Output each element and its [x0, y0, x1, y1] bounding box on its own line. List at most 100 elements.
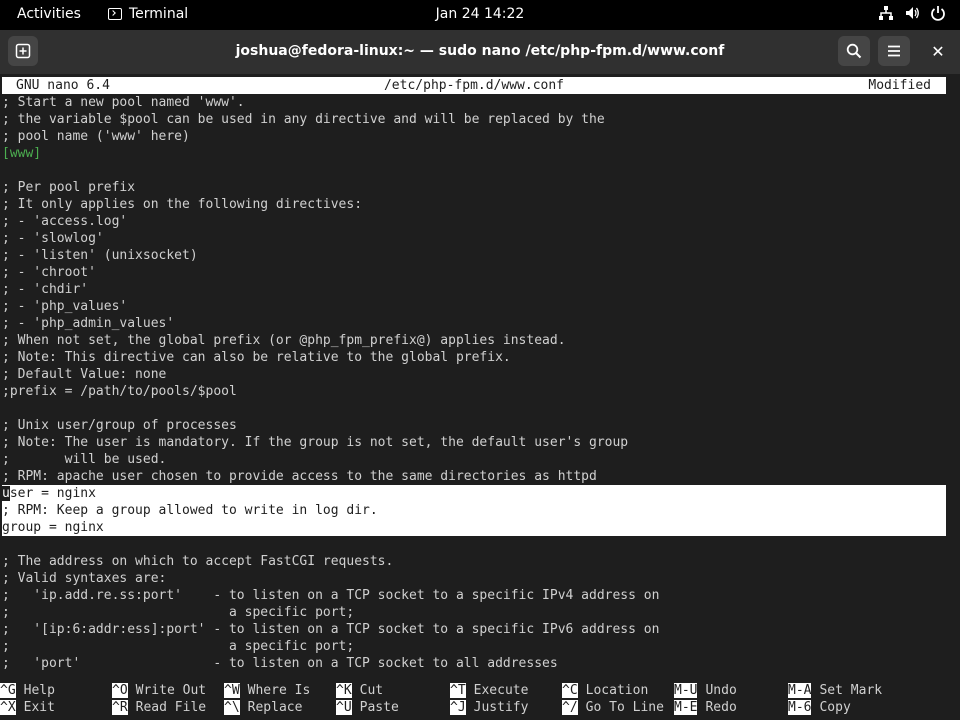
editor-line[interactable]: ; When not set, the global prefix (or @p… [2, 332, 946, 349]
menu-button[interactable] [878, 36, 910, 66]
editor-line[interactable]: ; '[ip:6:addr:ess]:port' - to listen on … [2, 621, 946, 638]
gnome-top-bar: Activities Terminal Jan 24 14:22 [0, 0, 960, 30]
shortcut-label: Paste [359, 700, 399, 715]
shortcut-label: Copy [819, 700, 851, 715]
editor-line[interactable]: ; Valid syntaxes are: [2, 570, 946, 587]
shortcut-label: Cut [359, 683, 384, 698]
shortcut-item: ^R Read File [112, 699, 206, 716]
shortcut-item: M-E Redo [674, 699, 737, 716]
editor-line[interactable]: ; The address on which to accept FastCGI… [2, 553, 946, 570]
nano-filename: /etc/php-fpm.d/www.conf [383, 78, 564, 93]
shortcut-item: ^K Cut [336, 682, 383, 699]
editor-line[interactable]: ; 'ip.add.re.ss:port' - to listen on a T… [2, 587, 946, 604]
shortcut-key: ^O [112, 683, 128, 698]
shortcut-key: ^G [0, 683, 16, 698]
shortcut-key: ^K [336, 683, 352, 698]
editor-line[interactable]: ; - 'slowlog' [2, 230, 946, 247]
shortcut-label: Location [585, 683, 649, 698]
shortcut-item: M-A Set Mark [788, 682, 882, 699]
editor-line[interactable]: ; Unix user/group of processes [2, 417, 946, 434]
shortcut-label: Help [23, 683, 55, 698]
shortcut-item: ^O Write Out [112, 682, 206, 699]
editor-line[interactable]: [www] [2, 145, 946, 162]
shortcut-item: ^/ Go To Line [562, 699, 664, 716]
editor-line[interactable]: ; Note: This directive can also be relat… [2, 349, 946, 366]
editor-line[interactable]: ; Start a new pool named 'www'. [2, 94, 946, 111]
text-cursor: u [2, 486, 10, 501]
shortcut-item: ^C Location [562, 682, 648, 699]
shortcut-item: ^X Exit [0, 699, 55, 716]
shortcut-label: Set Mark [819, 683, 883, 698]
shortcut-item: ^G Help [0, 682, 55, 699]
shortcut-key: M-6 [788, 700, 812, 715]
editor-line[interactable]: ; Default Value: none [2, 366, 946, 383]
editor-line[interactable]: ; 'port' - to listen on a TCP socket to … [2, 655, 946, 672]
editor-line[interactable]: ; Note: The user is mandatory. If the gr… [2, 434, 946, 451]
close-button[interactable]: ✕ [926, 37, 950, 65]
search-icon [846, 43, 862, 59]
shortcut-key: ^U [336, 700, 352, 715]
editor-line[interactable]: ; Per pool prefix [2, 179, 946, 196]
editor-line[interactable]: ; RPM: Keep a group allowed to write in … [2, 502, 946, 519]
editor-line[interactable]: group = nginx [2, 519, 946, 536]
shortcut-key: M-U [674, 683, 698, 698]
window-header-bar: joshua@fedora-linux:~ — sudo nano /etc/p… [0, 30, 960, 74]
editor-buffer[interactable]: ; Start a new pool named 'www'.; the var… [2, 94, 946, 672]
search-button[interactable] [838, 36, 870, 66]
shortcut-key: ^J [450, 700, 466, 715]
editor-line[interactable] [2, 536, 946, 553]
nano-shortcut-bar: ^G Help ^X Exit ^O Write Out ^R Read File ^W Wher… [0, 682, 960, 718]
shortcut-key: M-A [788, 683, 812, 698]
shortcut-item: ^T Execute [450, 682, 528, 699]
nano-modified-status: Modified [868, 78, 931, 93]
editor-line[interactable]: user = nginx [2, 485, 946, 502]
shortcut-label: Justify [473, 700, 529, 715]
shortcut-key: ^\ [224, 700, 240, 715]
shortcut-item: ^U Paste [336, 699, 399, 716]
shortcut-item: ^J Justify [450, 699, 528, 716]
editor-line[interactable]: ; It only applies on the following direc… [2, 196, 946, 213]
shortcut-key: ^/ [562, 700, 578, 715]
editor-line[interactable] [2, 162, 946, 179]
shortcut-label: Write Out [135, 683, 207, 698]
shortcut-key: ^T [450, 683, 466, 698]
shortcut-label: Where Is [247, 683, 311, 698]
hamburger-icon [888, 45, 900, 57]
editor-line[interactable]: ; - 'chdir' [2, 281, 946, 298]
network-icon [879, 6, 893, 20]
nano-title-bar: GNU nano 6.4 /etc/php-fpm.d/www.conf Mod… [2, 77, 946, 94]
shortcut-label: Replace [247, 700, 303, 715]
shortcut-label: Redo [705, 700, 737, 715]
editor-line[interactable]: ; - 'php_values' [2, 298, 946, 315]
clock[interactable]: Jan 24 14:22 [0, 6, 960, 22]
shortcut-item: ^W Where Is [224, 682, 310, 699]
shortcut-key: ^X [0, 700, 16, 715]
shortcut-item: M-U Undo [674, 682, 737, 699]
shortcut-key: M-E [674, 700, 698, 715]
editor-line[interactable]: ;prefix = /path/to/pools/$pool [2, 383, 946, 400]
terminal-view[interactable]: GNU nano 6.4 /etc/php-fpm.d/www.conf Mod… [0, 74, 960, 720]
shortcut-label: Exit [23, 700, 55, 715]
shortcut-label: Read File [135, 700, 207, 715]
editor-line[interactable]: ; - 'listen' (unixsocket) [2, 247, 946, 264]
editor-line[interactable]: ; pool name ('www' here) [2, 128, 946, 145]
shortcut-label: Go To Line [585, 700, 664, 715]
editor-line[interactable]: ; a specific port; [2, 604, 946, 621]
editor-line[interactable]: ; RPM: apache user chosen to provide acc… [2, 468, 946, 485]
editor-line[interactable] [2, 400, 946, 417]
power-icon [931, 6, 945, 21]
editor-line[interactable]: ; the variable $pool can be used in any … [2, 111, 946, 128]
editor-line[interactable]: ; a specific port; [2, 638, 946, 655]
close-icon: ✕ [931, 41, 945, 61]
system-tray[interactable] [878, 5, 946, 21]
shortcut-key: ^R [112, 700, 128, 715]
shortcut-label: Execute [473, 683, 529, 698]
shortcut-item: M-6 Copy [788, 699, 851, 716]
editor-line[interactable]: ; - 'chroot' [2, 264, 946, 281]
editor-line[interactable]: ; will be used. [2, 451, 946, 468]
editor-line[interactable]: ; - 'access.log' [2, 213, 946, 230]
shortcut-key: ^W [224, 683, 240, 698]
volume-icon [906, 7, 919, 19]
shortcut-label: Undo [705, 683, 737, 698]
editor-line[interactable]: ; - 'php_admin_values' [2, 315, 946, 332]
